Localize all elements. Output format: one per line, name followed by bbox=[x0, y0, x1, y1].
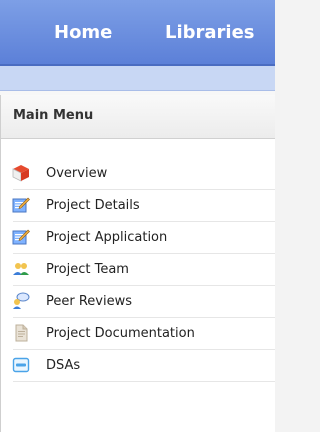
menu-item-project-details[interactable]: Project Details bbox=[1, 190, 275, 222]
menu-item-peer-reviews[interactable]: Peer Reviews bbox=[1, 286, 275, 318]
document-icon bbox=[12, 324, 30, 342]
menu-item-label: DSAs bbox=[46, 358, 81, 373]
menu-item-label: Project Application bbox=[46, 230, 168, 245]
main-menu-panel: Main Menu Overview Project Details Proje… bbox=[0, 95, 275, 432]
top-navigation: Home Libraries bbox=[0, 0, 275, 66]
libraries-link[interactable]: Libraries bbox=[165, 22, 255, 44]
main-menu-title: Main Menu bbox=[13, 108, 94, 123]
menu-item-overview[interactable]: Overview bbox=[1, 158, 275, 190]
app-frame: Home Libraries Main Menu Overview Projec… bbox=[0, 0, 275, 432]
peer-review-icon bbox=[12, 292, 30, 310]
menu-item-project-team[interactable]: Project Team bbox=[1, 254, 275, 286]
main-menu-list: Overview Project Details Project Applica… bbox=[1, 158, 275, 382]
menu-item-dsas[interactable]: DSAs bbox=[1, 350, 275, 382]
menu-item-label: Project Details bbox=[46, 198, 140, 213]
notepad-edit-icon bbox=[12, 196, 30, 214]
home-link[interactable]: Home bbox=[54, 22, 112, 44]
main-menu-header: Main Menu bbox=[1, 95, 275, 139]
menu-item-project-documentation[interactable]: Project Documentation bbox=[1, 318, 275, 350]
menu-item-project-application[interactable]: Project Application bbox=[1, 222, 275, 254]
notepad-edit-icon bbox=[12, 228, 30, 246]
menu-item-label: Project Documentation bbox=[46, 326, 195, 341]
menu-item-label: Project Team bbox=[46, 262, 129, 277]
secondary-toolbar bbox=[0, 66, 275, 91]
row-divider bbox=[13, 381, 275, 382]
cube-icon bbox=[12, 164, 30, 182]
menu-item-label: Overview bbox=[46, 166, 108, 181]
team-icon bbox=[12, 260, 30, 278]
dsa-icon bbox=[12, 356, 30, 374]
menu-item-label: Peer Reviews bbox=[46, 294, 133, 309]
